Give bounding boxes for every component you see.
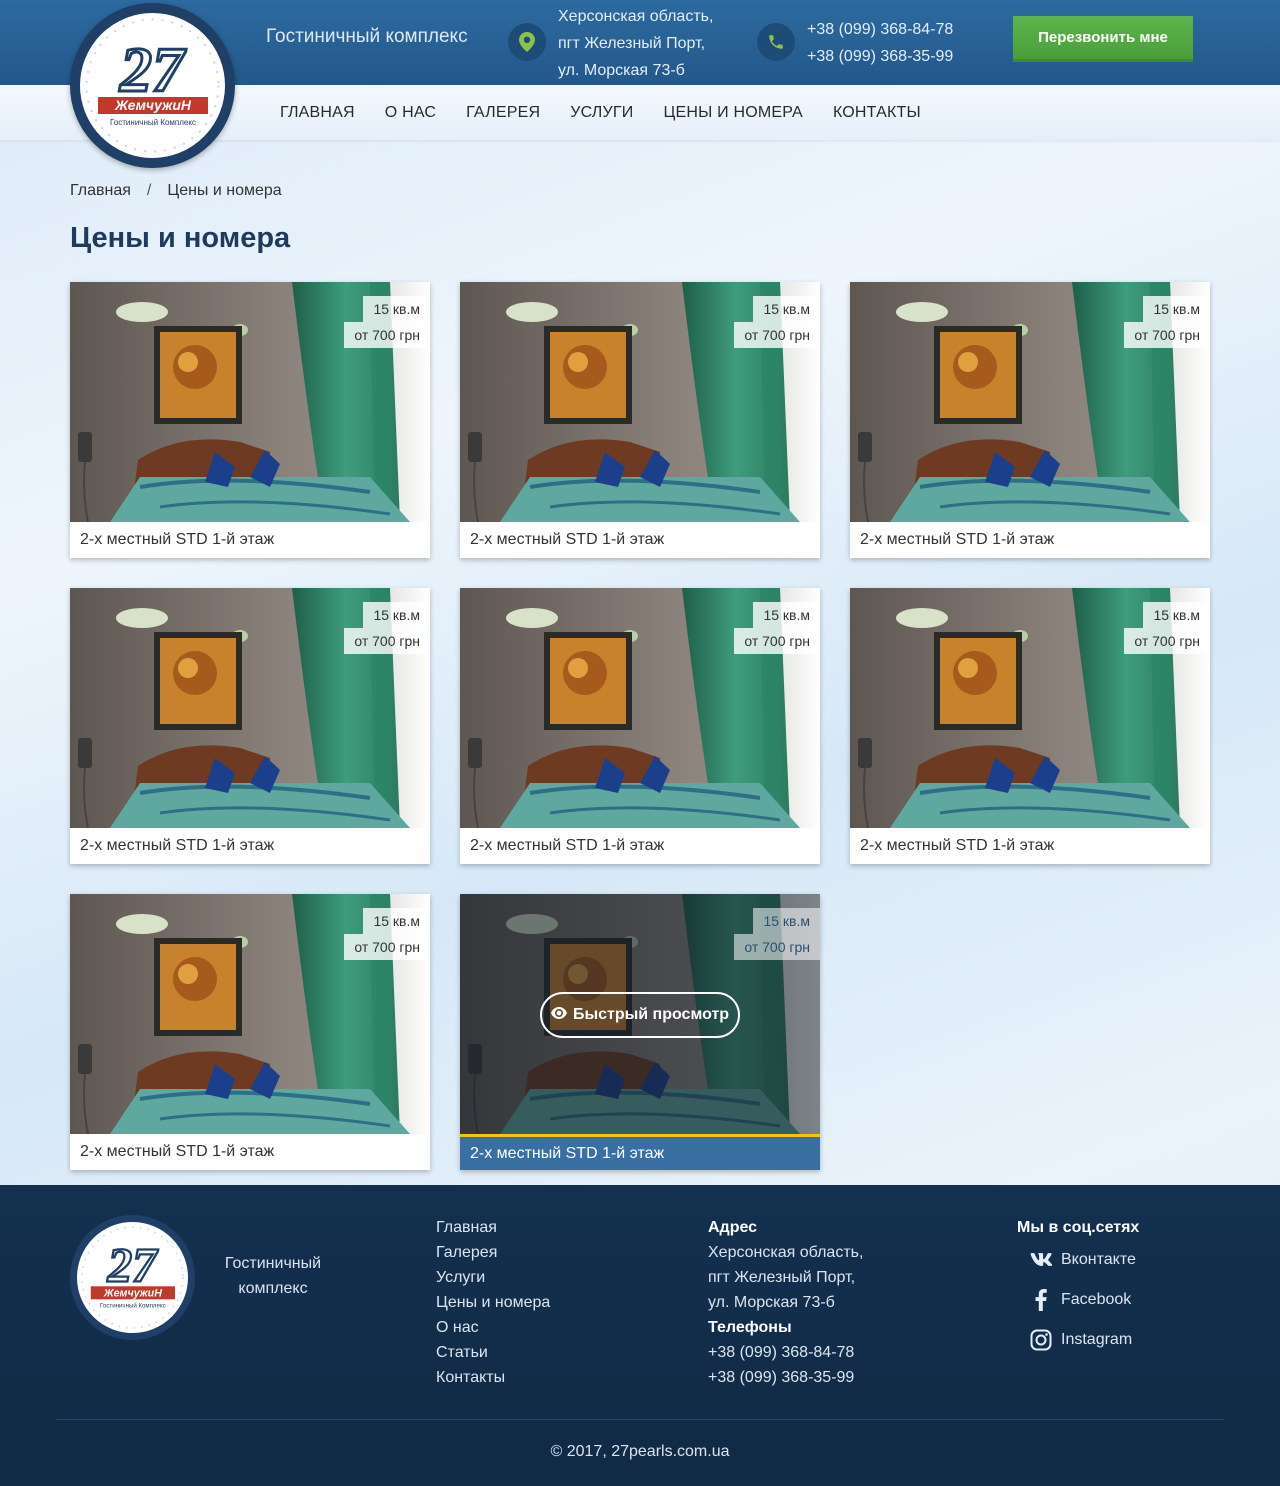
room-area-badge: 15 кв.м: [363, 602, 430, 628]
room-area-badge: 15 кв.м: [753, 602, 820, 628]
breadcrumb: Главная / Цены и номера: [70, 182, 282, 200]
footer-link-prices[interactable]: Цены и номера: [436, 1290, 550, 1315]
room-area-badge: 15 кв.м: [363, 296, 430, 322]
footer-address-line: Херсонская область,: [708, 1244, 864, 1261]
room-price-badge: от 700 грн: [1124, 628, 1210, 654]
social-facebook-label: Facebook: [1061, 1291, 1132, 1308]
room-card[interactable]: 15 кв.м от 700 грн 2-х местный STD 1-й э…: [70, 894, 430, 1170]
footer-phone-2[interactable]: +38 (099) 368-35-99: [708, 1365, 863, 1390]
header-tagline: Гостиничный комплекс: [266, 26, 468, 47]
room-card[interactable]: 15 кв.м от 700 грн 2-х местный STD 1-й э…: [70, 282, 430, 558]
room-card[interactable]: 15 кв.м от 700 грн 2-х местный STD 1-й э…: [850, 588, 1210, 864]
social-vk-label: Вконтакте: [1061, 1251, 1136, 1268]
footer-link-articles[interactable]: Статьи: [436, 1340, 550, 1365]
room-area-badge: 15 кв.м: [753, 296, 820, 322]
room-title[interactable]: 2-х местный STD 1-й этаж: [460, 1134, 820, 1170]
header-phone-2[interactable]: +38 (099) 368-35-99: [807, 43, 953, 70]
nav-prices-rooms[interactable]: ЦЕНЫ И НОМЕРА: [663, 104, 803, 122]
logo-name: ЖемчужиН: [114, 97, 192, 113]
room-title[interactable]: 2-х местный STD 1-й этаж: [70, 522, 430, 558]
footer-link-about[interactable]: О нас: [436, 1315, 550, 1340]
room-title[interactable]: 2-х местный STD 1-й этаж: [850, 522, 1210, 558]
header-phone-1[interactable]: +38 (099) 368-84-78: [807, 16, 953, 43]
room-title[interactable]: 2-х местный STD 1-й этаж: [460, 522, 820, 558]
instagram-icon: [1029, 1328, 1053, 1352]
footer-link-services[interactable]: Услуги: [436, 1265, 550, 1290]
room-price-badge: от 700 грн: [344, 628, 430, 654]
room-card[interactable]: 15 кв.м от 700 грн 2-х местный STD 1-й э…: [460, 588, 820, 864]
room-price-badge: от 700 грн: [344, 934, 430, 960]
room-price-badge: от 700 грн: [734, 628, 820, 654]
footer-contacts: Адрес Херсонская область, пгт Железный П…: [708, 1215, 863, 1390]
copyright: © 2017, 27pearls.com.ua: [550, 1443, 730, 1460]
header-address: Херсонская область, пгт Железный Порт, у…: [558, 8, 714, 79]
footer-address-line: ул. Морская 73-б: [708, 1294, 835, 1311]
room-title[interactable]: 2-х местный STD 1-й этаж: [850, 828, 1210, 864]
nav-gallery[interactable]: ГАЛЕРЕЯ: [466, 104, 540, 122]
social-vk-link[interactable]: Вконтакте: [1017, 1240, 1139, 1280]
social-instagram-link[interactable]: Instagram: [1017, 1320, 1139, 1360]
footer-social-heading: Мы в соц.сетях: [1017, 1219, 1140, 1236]
room-area-badge: 15 кв.м: [1143, 602, 1210, 628]
nav-contacts[interactable]: КОНТАКТЫ: [833, 104, 921, 122]
breadcrumb-home[interactable]: Главная: [70, 182, 131, 199]
footer-logo-sub: Гостиничный Комплекс: [100, 1303, 166, 1310]
footer-links: Главная Галерея Услуги Цены и номера О н…: [436, 1215, 550, 1390]
room-area-badge: 15 кв.м: [753, 908, 820, 934]
social-instagram-label: Instagram: [1061, 1331, 1133, 1348]
footer-logo-number: 27: [107, 1238, 159, 1293]
nav-home[interactable]: ГЛАВНАЯ: [280, 104, 355, 122]
site-logo[interactable]: 27 ЖемчужиН Гостиничный Комплекс: [70, 3, 235, 168]
footer-address-heading: Адрес: [708, 1219, 758, 1236]
room-title[interactable]: 2-х местный STD 1-й этаж: [460, 828, 820, 864]
footer-phone-1[interactable]: +38 (099) 368-84-78: [708, 1340, 863, 1365]
footer-logo-name: ЖемчужиН: [103, 1287, 162, 1299]
footer-logo[interactable]: 27 ЖемчужиН Гостиничный Комплекс: [70, 1215, 195, 1340]
footer-address-line: пгт Железный Порт,: [708, 1269, 856, 1286]
room-card[interactable]: 15 кв.м от 700 грн 2-х местный STD 1-й э…: [70, 588, 430, 864]
main-nav: ГЛАВНАЯ О НАС ГАЛЕРЕЯ УСЛУГИ ЦЕНЫ И НОМЕ…: [280, 85, 951, 140]
logo-sub: Гостиничный Комплекс: [110, 118, 196, 127]
room-area-badge: 15 кв.м: [1143, 296, 1210, 322]
room-title[interactable]: 2-х местный STD 1-й этаж: [70, 1134, 430, 1170]
footer-social: Мы в соц.сетях Вконтакте Facebook Instag…: [1017, 1215, 1139, 1360]
room-title[interactable]: 2-х местный STD 1-й этаж: [70, 828, 430, 864]
quick-view-button[interactable]: Быстрый просмотр: [540, 992, 740, 1038]
quick-view-label: Быстрый просмотр: [572, 1006, 730, 1023]
room-card-hovered[interactable]: 15 кв.м от 700 грн Быстрый просмотр 2-х …: [460, 894, 820, 1170]
nav-about[interactable]: О НАС: [385, 104, 436, 122]
breadcrumb-separator: /: [146, 182, 152, 199]
footer-link-contacts[interactable]: Контакты: [436, 1365, 550, 1390]
room-price-badge: от 700 грн: [734, 322, 820, 348]
room-card[interactable]: 15 кв.м от 700 грн 2-х местный STD 1-й э…: [850, 282, 1210, 558]
callback-button[interactable]: Перезвонить мне: [1013, 16, 1193, 62]
footer-tagline: Гостиничный комплекс: [224, 1255, 322, 1297]
footer: 27 ЖемчужиН Гостиничный Комплекс Гостини…: [0, 1185, 1280, 1486]
footer-link-home[interactable]: Главная: [436, 1215, 550, 1240]
room-price-badge: от 700 грн: [344, 322, 430, 348]
room-card[interactable]: 15 кв.м от 700 грн 2-х местный STD 1-й э…: [460, 282, 820, 558]
header-phones: +38 (099) 368-84-78 +38 (099) 368-35-99: [807, 16, 953, 70]
map-pin-icon: [508, 23, 546, 61]
phone-icon: [757, 23, 795, 61]
room-price-badge: от 700 грн: [734, 934, 820, 960]
footer-divider: [56, 1419, 1224, 1420]
social-facebook-link[interactable]: Facebook: [1017, 1280, 1139, 1320]
room-area-badge: 15 кв.м: [363, 908, 430, 934]
footer-phones-heading: Телефоны: [708, 1319, 792, 1336]
page-title: Цены и номера: [70, 222, 291, 254]
breadcrumb-current: Цены и номера: [167, 182, 282, 199]
logo-number: 27: [119, 34, 187, 105]
nav-services[interactable]: УСЛУГИ: [570, 104, 633, 122]
facebook-icon: [1029, 1288, 1053, 1312]
room-price-badge: от 700 грн: [1124, 322, 1210, 348]
eye-icon: [550, 1006, 567, 1024]
footer-link-gallery[interactable]: Галерея: [436, 1240, 550, 1265]
vk-icon: [1029, 1248, 1053, 1272]
